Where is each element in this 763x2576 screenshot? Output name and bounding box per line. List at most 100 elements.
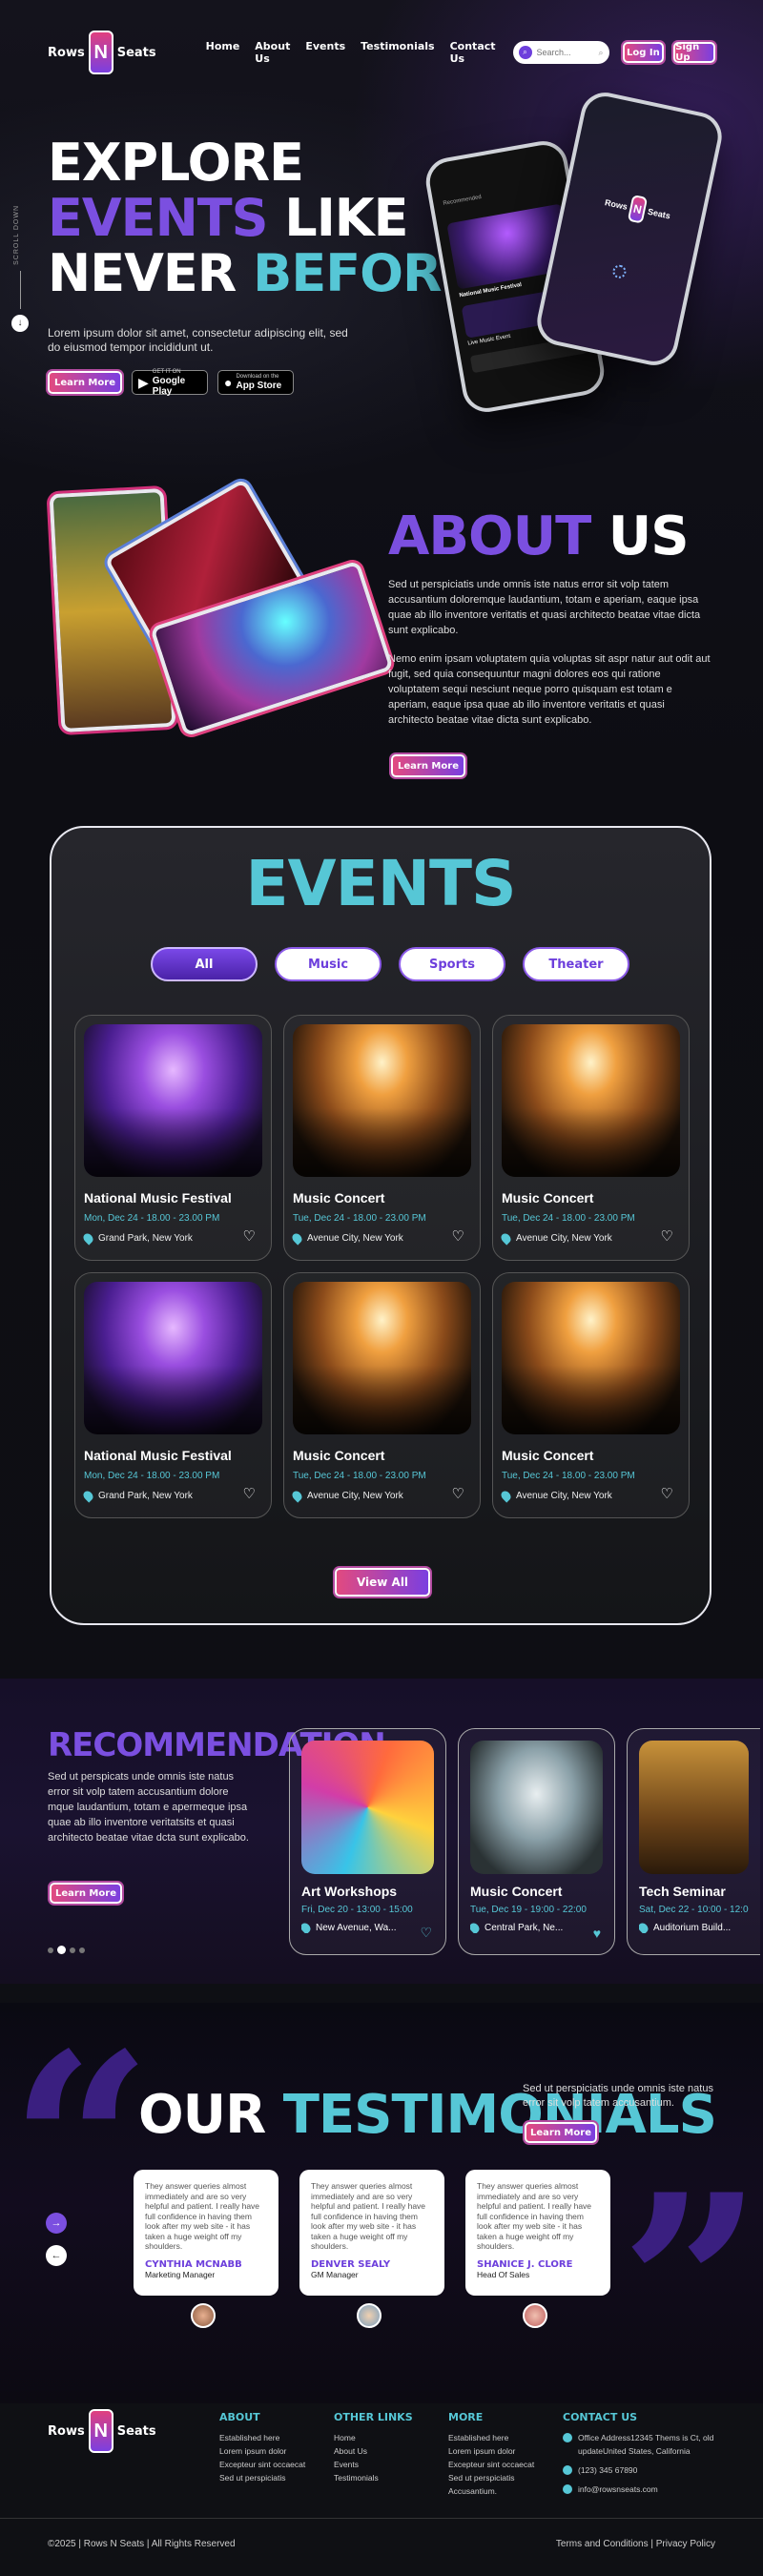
recommendation-card-date: Fri, Dec 20 - 13:00 - 15:00 — [301, 1905, 413, 1915]
nav-home[interactable]: Home — [206, 40, 240, 65]
login-button[interactable]: Log In — [622, 42, 665, 63]
search-icon[interactable]: ⌕ — [518, 46, 532, 59]
phone-logo: Rows N Seats — [602, 189, 672, 229]
search-input[interactable] — [536, 48, 594, 57]
testimonial-arrows: → ← — [46, 2213, 67, 2266]
footer-link-about[interactable]: About Us — [334, 2444, 413, 2458]
heart-icon[interactable]: ♡ — [452, 1227, 464, 1245]
filter-sports[interactable]: Sports — [399, 947, 505, 981]
recommendation-card-location: New Avenue, Wa... — [316, 1923, 397, 1933]
testimonials-learn-more-button[interactable]: Learn More — [525, 2122, 597, 2143]
heart-icon[interactable]: ♡ — [243, 1485, 256, 1502]
event-card[interactable]: Music Concert Tue, Dec 24 - 18.00 - 23.0… — [492, 1272, 690, 1518]
recommendation-card-title: Music Concert — [470, 1884, 563, 1899]
footer-more-link[interactable]: Sed ut perspiciatis — [448, 2471, 534, 2484]
google-play-badge[interactable]: ▶ GET IT ON Google Play — [132, 369, 208, 397]
about-learn-more-button[interactable]: Learn More — [391, 754, 465, 777]
testimonial-card: They answer queries almost immediately a… — [134, 2170, 278, 2328]
recommendation-card[interactable]: Tech Seminar Sat, Dec 22 - 10:00 - 12:00… — [627, 1728, 760, 1955]
event-card[interactable]: Music Concert Tue, Dec 24 - 18.00 - 23.0… — [492, 1015, 690, 1261]
event-title: National Music Festival — [84, 1190, 232, 1206]
footer-about-link[interactable]: Lorem ipsum dolor — [219, 2444, 305, 2458]
recommendation-image — [639, 1741, 749, 1874]
testimonial-role: Head Of Sales — [477, 2269, 530, 2279]
app-store-badge[interactable]: ● Download on the App Store — [217, 370, 294, 395]
nav-testimonials[interactable]: Testimonials — [361, 40, 434, 65]
footer-more-link[interactable]: Excepteur sint occaecat — [448, 2458, 534, 2471]
filter-all[interactable]: All — [151, 947, 258, 981]
google-big-text: Google Play — [152, 375, 186, 397]
event-location: Avenue City, New York — [516, 1491, 612, 1501]
recommendation-image — [470, 1741, 603, 1874]
heart-icon[interactable]: ♡ — [661, 1485, 673, 1502]
scroll-down-label: SCROLL DOWN — [13, 205, 20, 265]
footer-address: Office Address12345 Thems is Ct, old upd… — [578, 2433, 714, 2456]
footer-link-home[interactable]: Home — [334, 2431, 413, 2444]
event-card[interactable]: Music Concert Tue, Dec 24 - 18.00 - 23.0… — [283, 1272, 481, 1518]
filter-theater[interactable]: Theater — [523, 947, 629, 981]
footer-link-testimonials[interactable]: Testimonials — [334, 2471, 413, 2484]
phone-section-label: Recommended — [443, 194, 483, 207]
footer-about-link[interactable]: Established here — [219, 2431, 305, 2444]
location-pin-icon — [639, 1923, 650, 1933]
testimonial-cards: They answer queries almost immediately a… — [134, 2170, 610, 2328]
footer-about: ABOUT Established here Lorem ipsum dolor… — [219, 2411, 305, 2484]
footer-link-events[interactable]: Events — [334, 2458, 413, 2471]
footer-logo[interactable]: Rows N Seats — [48, 2409, 156, 2453]
event-title: National Music Festival — [84, 1448, 232, 1463]
apple-small-text: Download on the — [236, 374, 279, 380]
event-card[interactable]: National Music Festival Mon, Dec 24 - 18… — [74, 1272, 272, 1518]
footer-about-link[interactable]: Sed ut perspiciatis — [219, 2471, 305, 2484]
heart-icon[interactable]: ♡ — [243, 1227, 256, 1245]
view-all-button[interactable]: View All — [335, 1568, 430, 1597]
recommendation-card-title: Art Workshops — [301, 1884, 398, 1899]
footer-more-link[interactable]: Established here — [448, 2431, 534, 2444]
recommendation-text: Sed ut perspicats unde omnis iste natus … — [48, 1771, 249, 1844]
carousel-dot[interactable] — [48, 1947, 53, 1953]
footer-more-link[interactable]: Lorem ipsum dolor — [448, 2444, 534, 2458]
heart-icon[interactable]: ♡ — [661, 1227, 673, 1245]
events-title: EVENTS — [245, 847, 516, 920]
event-title: Music Concert — [502, 1448, 594, 1463]
heart-icon[interactable]: ♡ — [452, 1485, 464, 1502]
legal-links[interactable]: Terms and Conditions | Privacy Policy — [556, 2539, 715, 2549]
event-location: Grand Park, New York — [98, 1491, 193, 1501]
carousel-dot[interactable] — [79, 1947, 85, 1953]
carousel-dot-active[interactable] — [57, 1946, 66, 1954]
testimonial-name: DENVER SEALY — [311, 2258, 391, 2270]
footer-email[interactable]: info@rowsnseats.com — [578, 2483, 658, 2496]
recommendation-card[interactable]: Music Concert Tue, Dec 19 - 19:00 - 22:0… — [458, 1728, 615, 1955]
event-card[interactable]: Music Concert Tue, Dec 24 - 18.00 - 23.0… — [283, 1015, 481, 1261]
nav-contact[interactable]: Contact Us — [450, 40, 496, 65]
event-title: Music Concert — [293, 1448, 385, 1463]
hero-line-3a: NEVER — [48, 243, 254, 303]
filter-music[interactable]: Music — [275, 947, 382, 981]
location-pin-icon — [81, 1231, 95, 1246]
heart-filled-icon[interactable]: ♥ — [593, 1926, 601, 1941]
nav-events[interactable]: Events — [305, 40, 345, 65]
footer-more-link[interactable]: Accusantium. — [448, 2484, 534, 2498]
heart-icon[interactable]: ♡ — [420, 1925, 432, 1941]
footer-phone[interactable]: (123) 345 67890 — [578, 2463, 637, 2477]
footer-about-link[interactable]: Excepteur sint occaecat — [219, 2458, 305, 2471]
footer-more: MORE Established here Lorem ipsum dolor … — [448, 2411, 534, 2498]
event-card[interactable]: National Music Festival Mon, Dec 24 - 18… — [74, 1015, 272, 1261]
nav-about[interactable]: About Us — [255, 40, 290, 65]
scroll-down[interactable]: SCROLL DOWN ↓ — [11, 205, 29, 332]
page: { "brand": { "left": "Rows", "badge": "N… — [0, 0, 763, 2576]
logo[interactable]: Rows N Seats — [48, 31, 156, 74]
hero-learn-more-button[interactable]: Learn More — [48, 371, 122, 394]
recommendation-learn-more-button[interactable]: Learn More — [50, 1883, 122, 1904]
event-location: Avenue City, New York — [307, 1233, 403, 1244]
arrow-right-icon[interactable]: → — [46, 2213, 67, 2234]
event-title: Music Concert — [502, 1190, 594, 1206]
carousel-dot[interactable] — [70, 1947, 75, 1953]
arrow-left-icon[interactable]: ← — [46, 2245, 67, 2266]
phone-logo-badge: N — [627, 194, 649, 224]
arrow-down-icon[interactable]: ↓ — [11, 314, 29, 332]
testimonial-name: SHANICE J. CLORE — [477, 2258, 573, 2270]
footer-other-links: OTHER LINKS Home About Us Events Testimo… — [334, 2411, 413, 2484]
recommendation-card-date: Sat, Dec 22 - 10:00 - 12:00 — [639, 1905, 749, 1915]
recommendation-card[interactable]: Art Workshops Fri, Dec 20 - 13:00 - 15:0… — [289, 1728, 446, 1955]
signup-button[interactable]: Sign Up — [673, 42, 715, 63]
